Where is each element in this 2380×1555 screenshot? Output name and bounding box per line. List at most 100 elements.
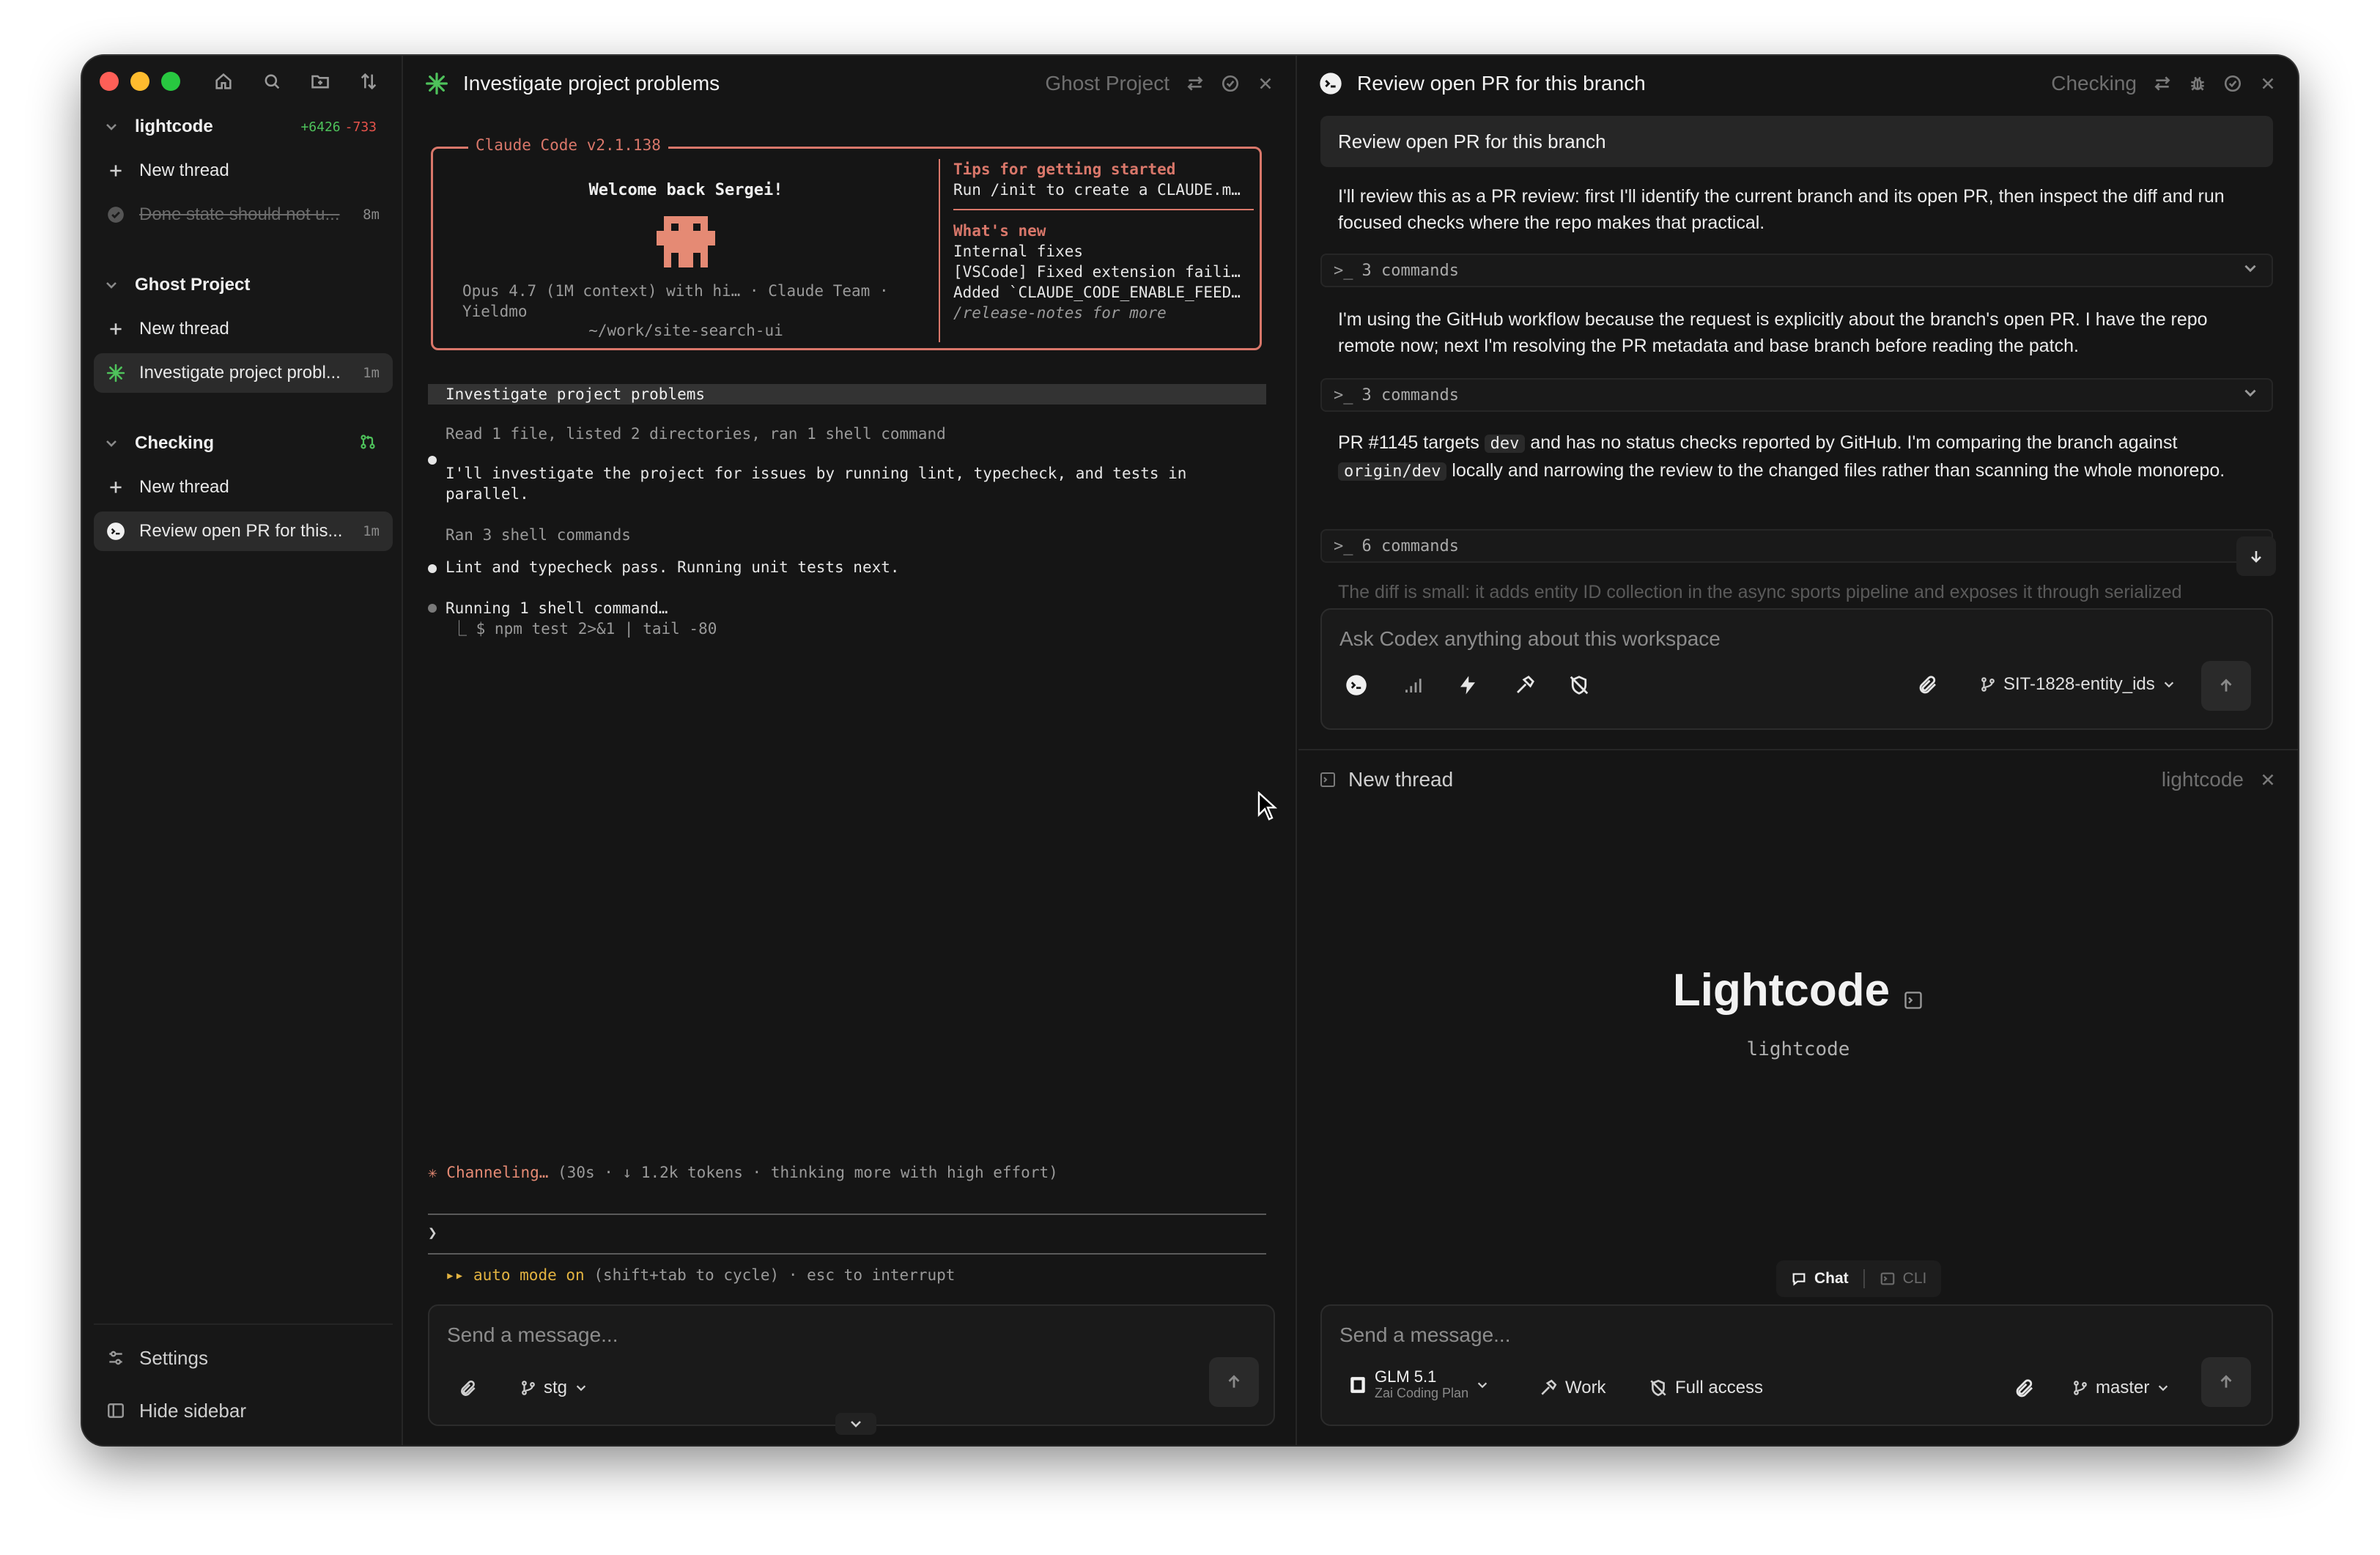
message-input[interactable]: Send a message... <box>447 1323 618 1347</box>
pane-title: Investigate project problems <box>463 72 720 95</box>
cli-mode-label: CLI <box>1902 1270 1927 1287</box>
close-window-button[interactable] <box>100 72 119 91</box>
new-thread-project[interactable]: lightcode <box>2162 768 2244 791</box>
message-input[interactable]: Send a message... <box>1339 1323 1510 1347</box>
message-composer: Send a message... stg <box>428 1304 1275 1426</box>
attach-button[interactable] <box>459 1379 478 1398</box>
branch-name: master <box>2096 1378 2150 1397</box>
work-label: Work <box>1565 1378 1606 1397</box>
settings-button[interactable]: Settings <box>94 1338 393 1378</box>
access-button[interactable]: Full access <box>1649 1378 1763 1398</box>
window-controls <box>100 72 180 91</box>
message-text: locally and narrowing the review to the … <box>1452 460 2225 481</box>
lightning-icon[interactable] <box>1457 674 1479 696</box>
minimize-window-button[interactable] <box>130 72 149 91</box>
status-detail: (30s · ↓ 1.2k tokens · thinking more wit… <box>558 1164 1058 1181</box>
model-name: GLM 5.1 <box>1375 1367 1437 1386</box>
commands-collapsible[interactable]: >_ 3 commands <box>1320 254 2273 287</box>
tool-summary[interactable]: Read 1 file, listed 2 directories, ran 1… <box>446 424 1237 444</box>
check-circle-icon[interactable] <box>1221 74 1240 93</box>
shield-off-icon[interactable] <box>1568 674 1590 696</box>
zoom-window-button[interactable] <box>161 72 180 91</box>
tips-heading: Tips for getting started <box>953 160 1176 178</box>
close-icon[interactable] <box>2258 74 2277 93</box>
terminal-prompt[interactable]: ❯ <box>428 1222 1219 1243</box>
bug-icon[interactable] <box>2188 74 2207 93</box>
auto-mode-label: auto mode on <box>473 1266 585 1284</box>
sidebar-toolbar <box>212 70 380 92</box>
inline-code: dev <box>1484 435 1526 453</box>
git-branch-icon <box>1981 677 1995 692</box>
commands-collapsible[interactable]: >_ 3 commands <box>1320 378 2273 412</box>
new-thread-composer: Send a message... GLM 5.1 Zai Coding Pla… <box>1320 1304 2273 1426</box>
thread-age: 1m <box>363 523 380 539</box>
project-title: Ghost Project <box>135 275 251 295</box>
project-header[interactable]: Checking <box>94 424 393 463</box>
project-name[interactable]: Checking <box>2051 72 2137 95</box>
paperclip-icon[interactable] <box>1917 674 1939 696</box>
branch-selector[interactable]: SIT-1828-entity_ids <box>1980 674 2176 695</box>
hammer-icon[interactable] <box>1514 674 1536 696</box>
assistant-message: Lint and typecheck pass. Running unit te… <box>446 558 900 576</box>
thread-item[interactable]: Review open PR for this... 1m <box>94 511 393 551</box>
claude-mascot-icon <box>657 216 715 267</box>
close-icon[interactable] <box>1256 74 1275 93</box>
new-thread-button[interactable]: New thread <box>94 309 393 349</box>
assistant-message: PR #1145 targets dev and has no status c… <box>1338 429 2254 485</box>
codex-icon <box>1320 73 1342 95</box>
work-mode-button[interactable]: Work <box>1539 1378 1606 1398</box>
swap-icon[interactable] <box>1186 74 1205 93</box>
chat-mode-label: Chat <box>1814 1270 1849 1287</box>
git-branch-icon <box>2074 1381 2087 1395</box>
zai-logo-icon <box>1350 1377 1365 1393</box>
tool-summary[interactable]: Ran 3 shell commands <box>446 525 1237 545</box>
hide-sidebar-button[interactable]: Hide sidebar <box>94 1391 393 1430</box>
paperclip-icon[interactable] <box>2014 1378 2036 1400</box>
branch-selector[interactable]: master <box>2072 1378 2170 1398</box>
send-button[interactable] <box>2201 661 2251 711</box>
send-button[interactable] <box>1209 1357 1259 1407</box>
check-circle-icon[interactable] <box>2223 74 2242 93</box>
shield-off-icon <box>1650 1379 1666 1397</box>
thread-item[interactable]: Done state should not u... 8m <box>94 195 393 234</box>
chevron-down-icon <box>2242 385 2258 405</box>
sort-icon[interactable] <box>358 70 380 92</box>
new-thread-button[interactable]: New thread <box>94 151 393 191</box>
codex-model-icon[interactable] <box>1345 674 1367 696</box>
assistant-message: I'll review this as a PR review: first I… <box>1338 186 2225 233</box>
branch-selector[interactable]: stg <box>520 1378 588 1398</box>
commands-collapsible[interactable]: >_ 6 commands <box>1320 529 2273 563</box>
home-icon[interactable] <box>212 70 234 92</box>
auto-mode-hint: (shift+tab to cycle) · esc to interrupt <box>594 1266 956 1284</box>
new-folder-icon[interactable] <box>309 70 331 92</box>
running-bullet <box>428 604 437 613</box>
model-info: Opus 4.7 (1M context) with hi… · Claude … <box>462 281 917 322</box>
swap-icon[interactable] <box>2153 74 2172 93</box>
expand-panel-button[interactable] <box>835 1413 876 1435</box>
search-icon[interactable] <box>261 70 283 92</box>
split-divider[interactable] <box>1298 749 2298 750</box>
project-header[interactable]: lightcode +6426 -733 <box>94 107 393 147</box>
diff-additions: +6426 <box>300 119 341 135</box>
chevron-down-icon <box>2242 260 2258 281</box>
project-group-ghost: Ghost Project New thread Investigate pro… <box>94 265 393 393</box>
commands-count: 3 commands <box>1361 261 1459 280</box>
claude-code-pane: Investigate project problems Ghost Proje… <box>404 56 1297 1445</box>
thread-item[interactable]: Investigate project probl... 1m <box>94 353 393 393</box>
inline-code: origin/dev <box>1338 462 1447 481</box>
chat-mode-tab[interactable]: Chat <box>1791 1270 1849 1288</box>
close-icon[interactable] <box>2258 770 2277 789</box>
thread-title: Investigate project probl... <box>139 363 341 383</box>
signal-bars-icon[interactable] <box>1401 674 1423 696</box>
project-header[interactable]: Ghost Project <box>94 265 393 305</box>
streaming-message: The diff is small: it adds entity ID col… <box>1338 582 2182 602</box>
cli-mode-tab[interactable]: CLI <box>1880 1270 1927 1288</box>
new-thread-button[interactable]: New thread <box>94 468 393 507</box>
codex-input[interactable]: Ask Codex anything about this workspace <box>1339 627 1721 651</box>
send-button[interactable] <box>2201 1357 2251 1407</box>
pane-title: Review open PR for this branch <box>1357 72 1646 95</box>
scroll-to-bottom-button[interactable] <box>2236 536 2276 576</box>
project-name[interactable]: Ghost Project <box>1045 72 1169 95</box>
chevron-down-icon <box>2159 1385 2168 1392</box>
model-selector[interactable]: GLM 5.1 Zai Coding Plan <box>1348 1369 1489 1401</box>
